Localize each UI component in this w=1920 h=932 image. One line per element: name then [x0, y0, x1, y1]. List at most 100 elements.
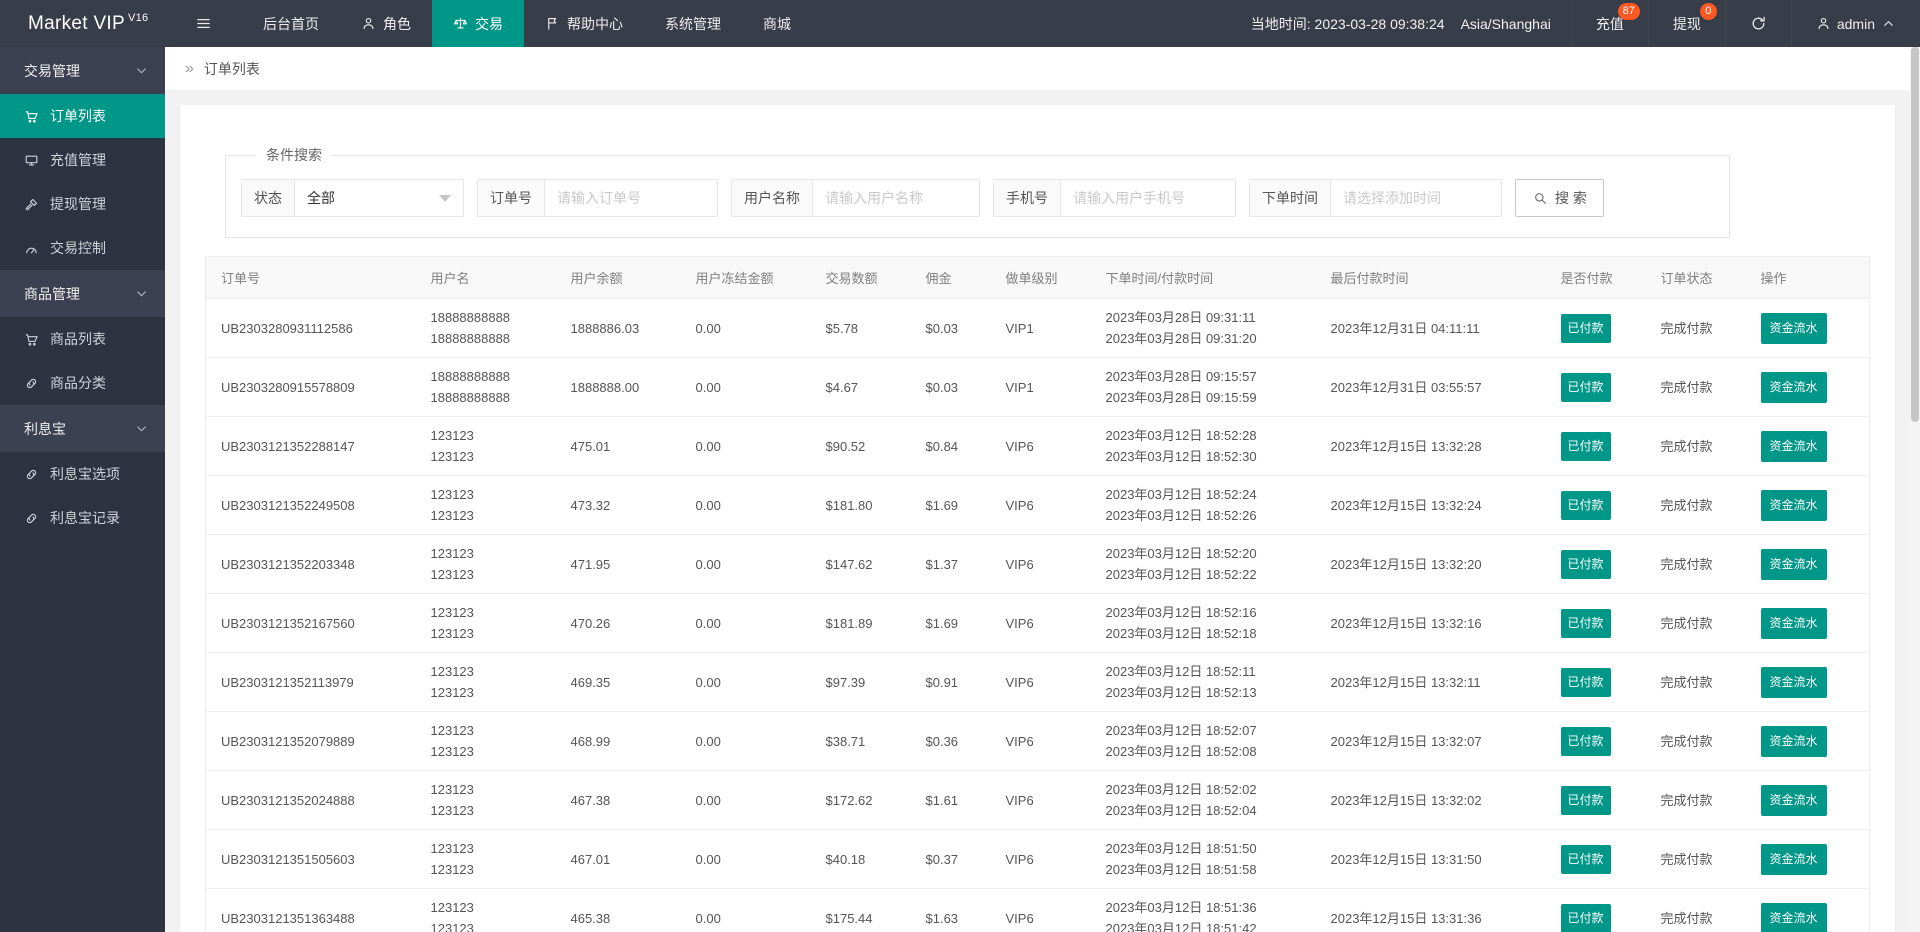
order-time-cell: 2023年03月28日 09:31:11 2023年03月28日 09:31:20 [1090, 298, 1316, 358]
sidebar-item-order-list[interactable]: 订单列表 [0, 94, 165, 138]
column-header: 交易数额 [810, 256, 911, 299]
trade-amount-cell: $90.52 [810, 416, 911, 476]
paid-status-badge: 已付款 [1560, 372, 1611, 402]
scales-icon [453, 16, 468, 31]
sidebar-item-withdraw-manage[interactable]: 提现管理 [0, 182, 165, 226]
commission-cell: $1.61 [910, 770, 991, 830]
gauge-icon [24, 241, 39, 256]
username-filter-label: 用户名称 [732, 180, 813, 216]
nav-item-system[interactable]: 系统管理 [644, 0, 742, 47]
page-scrollbar-thumb[interactable] [1911, 47, 1919, 422]
action-cell: 资金流水 [1745, 475, 1870, 535]
withdraw-count-badge: 0 [1699, 3, 1717, 20]
status-select[interactable]: 全部 [295, 180, 463, 216]
nav-item-label: 商城 [763, 15, 791, 32]
fund-flow-button[interactable]: 资金流水 [1760, 843, 1827, 875]
withdraw-menu-item[interactable]: 提现 0 [1647, 0, 1725, 47]
order-no-filter-group: 订单号 [477, 179, 718, 217]
trade-amount-cell: $38.71 [810, 711, 911, 771]
sidebar-group-lixibao[interactable]: 利息宝 [0, 405, 165, 452]
order-status-cell: 完成付款 [1645, 770, 1746, 830]
vip-level-cell: VIP6 [990, 475, 1091, 535]
last-pay-time-cell: 2023年12月15日 13:32:02 [1315, 770, 1546, 830]
username-cell: 18888888888 18888888888 [415, 298, 556, 358]
sidebar-item-lixibao-options[interactable]: 利息宝选项 [0, 452, 165, 496]
order-no-cell: UB2303280931112586 [205, 298, 416, 358]
fund-flow-button[interactable]: 资金流水 [1760, 312, 1827, 344]
sidebar-item-recharge-manage[interactable]: 充值管理 [0, 138, 165, 182]
sidebar-item-lixibao-records[interactable]: 利息宝记录 [0, 496, 165, 540]
username-cell: 123123 123123 [415, 888, 556, 932]
chevron-down-icon [134, 63, 149, 78]
commission-cell: $1.37 [910, 534, 991, 594]
paid-status-cell: 已付款 [1545, 593, 1646, 653]
order-time-input[interactable] [1331, 180, 1501, 216]
sidebar-group-goods-manage[interactable]: 商品管理 [0, 270, 165, 317]
search-button-label: 搜 索 [1555, 190, 1587, 206]
search-panel-legend: 条件搜索 [266, 147, 322, 163]
search-panel: 条件搜索 状态 全部 订单号 请输入订单号 用户名称 请输入用户名称 手机号 请… [225, 145, 1730, 238]
sidebar-item-label: 商品分类 [50, 375, 106, 391]
recharge-menu-item[interactable]: 充值 87 [1570, 0, 1648, 47]
nav-item-home[interactable]: 后台首页 [242, 0, 340, 47]
search-button[interactable]: 搜 索 [1515, 179, 1604, 217]
fund-flow-button[interactable]: 资金流水 [1760, 725, 1827, 757]
phone-filter-label: 手机号 [994, 180, 1061, 216]
sidebar-item-goods-category[interactable]: 商品分类 [0, 361, 165, 405]
nav-item-mall[interactable]: 商城 [742, 0, 812, 47]
fund-flow-button[interactable]: 资金流水 [1760, 430, 1827, 462]
nav-item-help[interactable]: 帮助中心 [524, 0, 644, 47]
username-cell: 123123 123123 [415, 475, 556, 535]
orders-table-body: UB2303280931112586 18888888888 18888888888… [205, 298, 1870, 932]
order-row: UB2303121352167560 123123 123123 470.26 0.00… [205, 593, 1870, 653]
balance-cell: 1888888.00 [555, 357, 681, 417]
nav-item-roles[interactable]: 角色 [340, 0, 432, 47]
fund-flow-button[interactable]: 资金流水 [1760, 666, 1827, 698]
column-header: 下单时间/付款时间 [1090, 256, 1316, 299]
sidebar-item-goods-list[interactable]: 商品列表 [0, 317, 165, 361]
status-filter-group: 状态 全部 [241, 179, 464, 217]
username-input[interactable] [813, 180, 979, 216]
fund-flow-button[interactable]: 资金流水 [1760, 607, 1827, 639]
fund-flow-button[interactable]: 资金流水 [1760, 371, 1827, 403]
admin-user-menu[interactable]: admin [1790, 0, 1920, 47]
fund-flow-button[interactable]: 资金流水 [1760, 548, 1827, 580]
order-no-cell: UB2303121352024888 [205, 770, 416, 830]
frozen-amount-cell: 0.00 [680, 534, 811, 594]
paid-status-cell: 已付款 [1545, 888, 1646, 932]
fund-flow-button[interactable]: 资金流水 [1760, 489, 1827, 521]
sidebar-item-label: 利息宝记录 [50, 510, 120, 526]
refresh-button[interactable] [1724, 0, 1791, 47]
commission-cell: $0.37 [910, 829, 991, 889]
last-pay-time-cell: 2023年12月15日 13:32:07 [1315, 711, 1546, 771]
order-no-cell: UB2303121352249508 [205, 475, 416, 535]
app-version: V16 [127, 11, 149, 24]
main-area: » 订单列表 条件搜索 状态 全部 订单号 请输入订单号 用户名称 请输入用户名… [165, 47, 1920, 932]
trade-amount-cell: $97.39 [810, 652, 911, 712]
sidebar-group-trade-manage[interactable]: 交易管理 [0, 47, 165, 94]
balance-cell: 465.38 [555, 888, 681, 932]
order-no-input[interactable] [545, 180, 717, 216]
last-pay-time-cell: 2023年12月15日 13:32:11 [1315, 652, 1546, 712]
username-cell: 123123 123123 [415, 416, 556, 476]
paid-status-badge: 已付款 [1560, 549, 1611, 579]
sidebar-collapse-button[interactable] [165, 0, 242, 47]
sidebar-item-trade-control[interactable]: 交易控制 [0, 226, 165, 270]
username-cell: 123123 123123 [415, 770, 556, 830]
status-select-value: 全部 [307, 190, 335, 206]
cart-icon [24, 332, 39, 347]
chevron-down-icon [134, 286, 149, 301]
nav-item-trade[interactable]: 交易 [432, 0, 524, 47]
admin-username: admin [1836, 15, 1875, 32]
phone-input[interactable] [1061, 180, 1235, 216]
page-scrollbar[interactable] [1910, 47, 1920, 932]
paid-status-badge: 已付款 [1560, 726, 1611, 756]
username-cell: 123123 123123 [415, 593, 556, 653]
vip-level-cell: VIP6 [990, 593, 1091, 653]
fund-flow-button[interactable]: 资金流水 [1760, 902, 1827, 932]
paid-status-cell: 已付款 [1545, 652, 1646, 712]
vip-level-cell: VIP6 [990, 534, 1091, 594]
order-status-cell: 完成付款 [1645, 416, 1746, 476]
paid-status-cell: 已付款 [1545, 357, 1646, 417]
fund-flow-button[interactable]: 资金流水 [1760, 784, 1827, 816]
